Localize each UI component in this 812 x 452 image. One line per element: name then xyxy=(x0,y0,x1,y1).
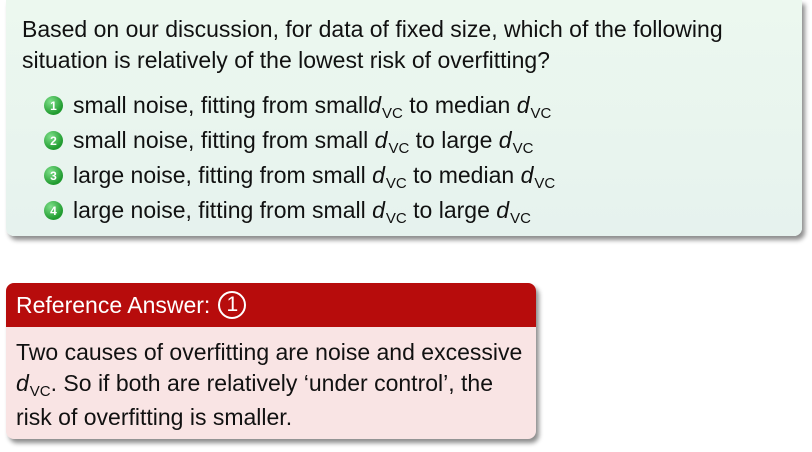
option-text: to large xyxy=(406,197,497,223)
option-text: to large xyxy=(409,127,499,153)
option-text: large noise, fitting from small xyxy=(73,162,373,188)
answer-header: Reference Answer: 1 xyxy=(6,283,536,327)
dvc-symbol: dVC xyxy=(496,197,531,227)
option-text: large noise, fitting from small xyxy=(73,197,373,223)
option-2: 2 small noise, fitting from small dVC to… xyxy=(44,123,555,158)
answer-box: Reference Answer: 1 Two causes of overfi… xyxy=(6,283,536,439)
option-text: small noise, fitting from small xyxy=(73,92,369,118)
option-number-badge: 1 xyxy=(44,96,63,115)
dvc-symbol: dVC xyxy=(368,92,403,122)
option-3: 3 large noise, fitting from small dVC to… xyxy=(44,158,555,193)
dvc-symbol: dVC xyxy=(498,127,534,157)
answer-explanation: Two causes of overfitting are noise and … xyxy=(16,339,523,430)
options-list: 1 small noise, fitting from small dVC to… xyxy=(44,88,555,228)
dvc-symbol: dVC xyxy=(372,162,407,192)
option-1: 1 small noise, fitting from small dVC to… xyxy=(44,88,555,123)
option-4: 4 large noise, fitting from small dVC to… xyxy=(44,193,555,228)
option-number-badge: 4 xyxy=(44,201,63,220)
dvc-symbol: dVC xyxy=(372,197,407,227)
question-text: Based on our discussion, for data of fix… xyxy=(22,16,723,73)
answer-choice-badge: 1 xyxy=(218,291,247,319)
option-text: to median xyxy=(406,162,521,188)
option-text: small noise, fitting from small xyxy=(73,127,375,153)
option-text: to median xyxy=(402,92,517,118)
answer-header-label: Reference Answer: xyxy=(16,291,211,318)
option-number-badge: 2 xyxy=(44,131,63,150)
question-box: Based on our discussion, for data of fix… xyxy=(6,0,802,236)
dvc-symbol: dVC xyxy=(516,92,552,122)
dvc-symbol: dVC xyxy=(374,127,410,157)
dvc-symbol: dVC xyxy=(520,162,556,192)
dvc-symbol: dVC xyxy=(16,370,51,400)
option-number-badge: 3 xyxy=(44,166,63,185)
